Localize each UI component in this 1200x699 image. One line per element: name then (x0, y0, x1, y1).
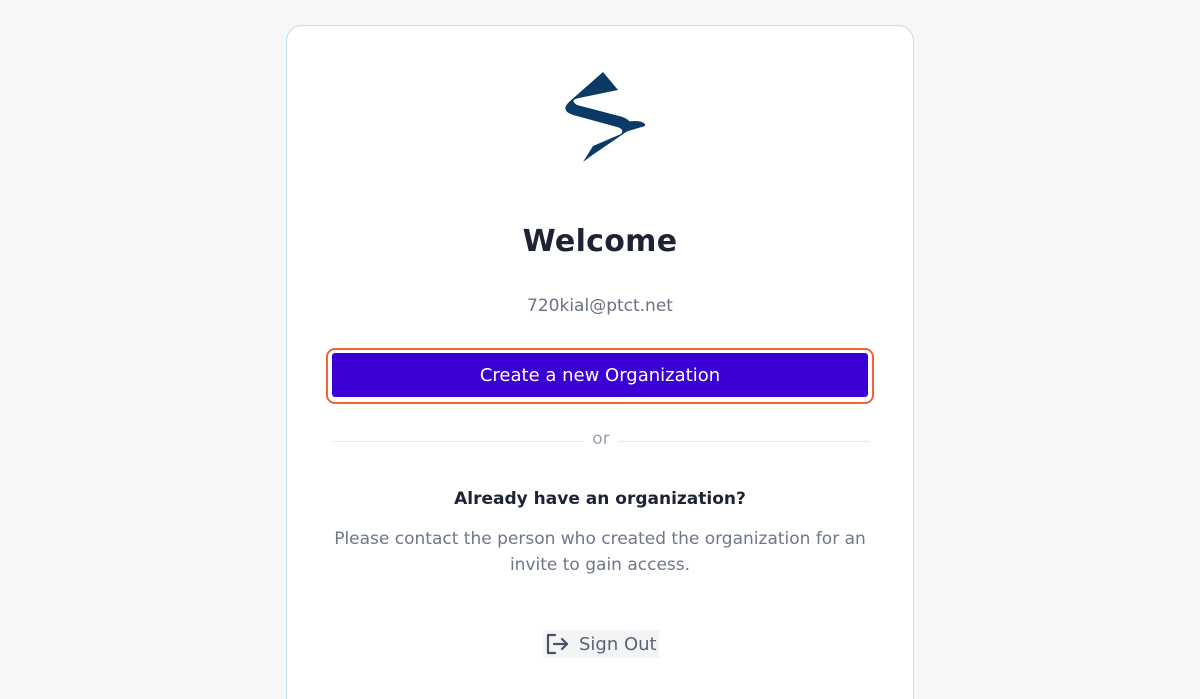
existing-org-description: Please contact the person who created th… (334, 529, 866, 575)
page: Welcome 720kial@ptct.net Create a new Or… (0, 0, 1200, 699)
page-title: Welcome (522, 224, 678, 259)
sign-out-label: Sign Out (579, 633, 657, 655)
sign-out-button[interactable]: Sign Out (543, 630, 659, 658)
divider-line-right (618, 441, 870, 442)
existing-org-heading: Already have an organization? (454, 489, 746, 509)
user-email: 720kial@ptct.net (527, 296, 673, 316)
or-divider: or (332, 429, 870, 451)
create-organization-button[interactable]: Create a new Organization (332, 353, 868, 397)
brand-logo-icon (565, 72, 645, 162)
sign-out-icon (546, 633, 569, 655)
welcome-card: Welcome 720kial@ptct.net Create a new Or… (286, 25, 914, 699)
divider-text: or (592, 429, 610, 449)
